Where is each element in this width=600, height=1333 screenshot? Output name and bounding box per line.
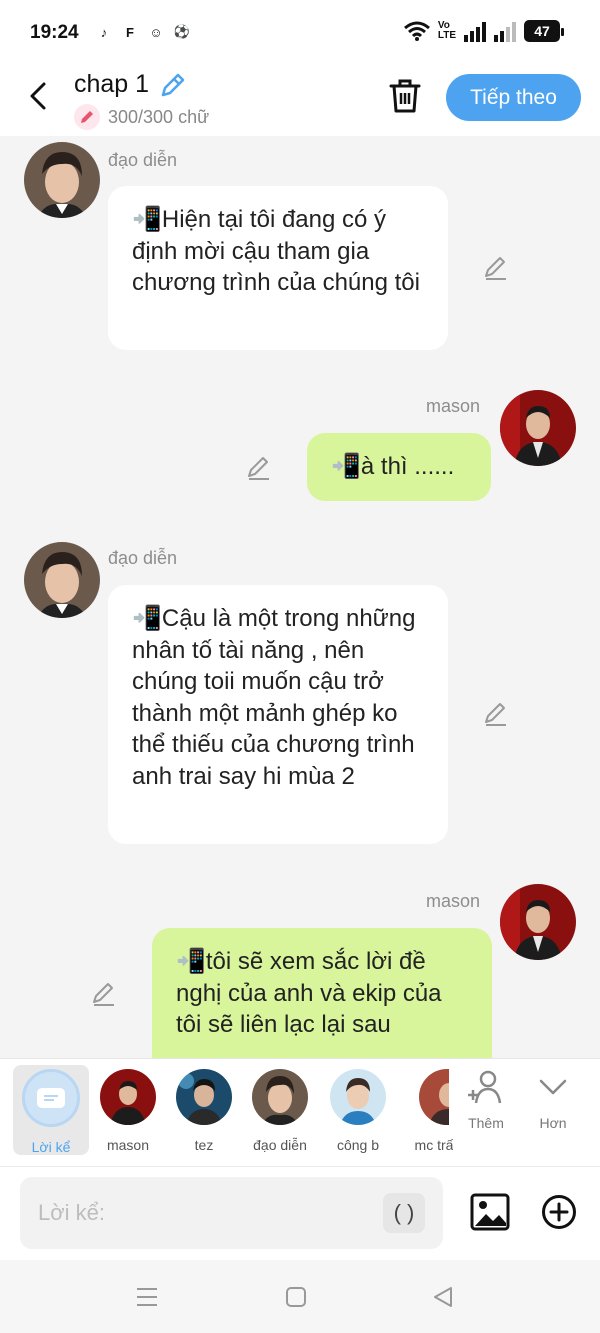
more-label: Hơn <box>539 1115 567 1131</box>
character-dao-dien[interactable]: đạo diễn <box>242 1065 318 1155</box>
pencil-icon <box>161 73 185 97</box>
character-mason[interactable]: mason <box>90 1065 166 1155</box>
insert-image-button[interactable] <box>470 1193 510 1231</box>
avatar-mason[interactable] <box>500 884 576 960</box>
status-right: Vo LTE 47 <box>403 20 564 42</box>
add-button[interactable] <box>541 1194 577 1230</box>
delete-button[interactable] <box>386 76 424 116</box>
avatar <box>419 1069 449 1125</box>
add-character-button[interactable]: Thêm <box>456 1069 516 1131</box>
next-button[interactable]: Tiếp theo <box>446 74 581 121</box>
avatar-dao-dien[interactable] <box>24 542 100 618</box>
triangle-back-icon <box>434 1287 452 1307</box>
square-icon <box>286 1287 306 1307</box>
notification-icons: ♪ F ☺ ⚽ <box>94 22 192 42</box>
avatar-dao-dien[interactable] <box>24 142 100 218</box>
character-narrator[interactable]: Lời kể <box>13 1065 89 1155</box>
pencil-icon <box>485 257 506 280</box>
message-bubble[interactable]: 📲Cậu là một trong những nhân tố tài năng… <box>108 585 448 844</box>
page-title: chap 1 <box>74 70 150 98</box>
image-icon <box>470 1193 510 1231</box>
avatar <box>100 1069 156 1125</box>
face-app-icon: ☺ <box>149 24 163 40</box>
back-button[interactable] <box>22 78 54 114</box>
add-person-icon <box>468 1070 502 1104</box>
f-app-icon: F <box>126 24 134 40</box>
soccer-icon: ⚽ <box>173 24 191 39</box>
edit-title-button[interactable] <box>158 70 188 100</box>
sender-name: đạo diễn <box>108 150 178 170</box>
avatar-mason[interactable] <box>500 390 576 466</box>
chevron-left-icon <box>30 82 46 110</box>
more-characters-button[interactable]: Hơn <box>523 1069 583 1131</box>
status-bar: 19:24 ♪ F ☺ ⚽ Vo LTE 47 <box>0 0 600 64</box>
pencil-icon <box>485 703 506 726</box>
add-character-label: Thêm <box>468 1115 504 1131</box>
message-input[interactable] <box>38 1177 378 1249</box>
system-nav-bar <box>0 1260 600 1333</box>
character-label: công b <box>336 1137 380 1153</box>
sender-name: đạo diễn <box>108 548 178 568</box>
plus-circle-icon <box>542 1195 576 1229</box>
signal-icon-1 <box>464 20 486 42</box>
pencil-icon <box>93 983 114 1006</box>
pencil-icon <box>248 457 269 480</box>
character-label: đạo diễn <box>253 1137 307 1153</box>
chat-area[interactable]: đạo diễn 📲Hiện tại tôi đang có ý định mờ… <box>0 136 600 1058</box>
input-bar: ( ) <box>0 1166 600 1260</box>
avatar <box>252 1069 308 1125</box>
character-label: tez <box>194 1137 214 1153</box>
edit-message-button[interactable] <box>245 454 273 482</box>
message-bubble[interactable]: 📲Hiện tại tôi đang có ý định mời cậu tha… <box>108 186 448 350</box>
chevron-down-icon <box>539 1079 567 1095</box>
wifi-icon <box>403 21 430 41</box>
message-input-wrap: ( ) <box>20 1177 443 1249</box>
edit-message-button[interactable] <box>90 980 118 1008</box>
back-nav-button[interactable] <box>428 1282 458 1312</box>
word-count-text: 300/300 chữ <box>108 106 210 127</box>
character-cong-b[interactable]: công b <box>320 1065 396 1155</box>
menu-nav-button[interactable] <box>132 1282 162 1312</box>
network-type: Vo LTE <box>437 20 456 41</box>
status-time: 19:24 <box>30 22 79 43</box>
character-label: mc trấ <box>414 1137 454 1153</box>
parenthesis-button[interactable]: ( ) <box>383 1193 425 1233</box>
edit-message-button[interactable] <box>482 700 510 728</box>
tiktok-icon: ♪ <box>100 24 108 40</box>
pen-icon <box>74 104 100 130</box>
signal-icon-2 <box>494 20 516 42</box>
home-nav-button[interactable] <box>281 1282 311 1312</box>
character-label: mason <box>106 1137 150 1153</box>
word-count: 300/300 chữ <box>74 104 209 130</box>
message-bubble[interactable]: 📲tôi sẽ xem sắc lời đề nghị của anh và e… <box>152 928 492 1058</box>
character-tez[interactable]: tez <box>166 1065 242 1155</box>
edit-message-button[interactable] <box>482 254 510 282</box>
avatar <box>330 1069 386 1125</box>
trash-icon <box>389 79 421 113</box>
menu-icon <box>137 1288 157 1306</box>
sender-name: mason <box>426 891 481 911</box>
header: chap 1 300/300 chữ Tiếp theo <box>0 64 600 136</box>
sender-name: mason <box>426 396 481 416</box>
avatar <box>176 1069 232 1125</box>
character-bar: Lời kể mason tez đạo diễn công b mc trấ … <box>0 1058 600 1166</box>
message-bubble[interactable]: 📲à thì ...... <box>307 433 491 501</box>
character-label: Lời kể <box>31 1139 71 1155</box>
narrator-icon <box>22 1069 80 1127</box>
battery-icon: 47 <box>524 20 564 42</box>
